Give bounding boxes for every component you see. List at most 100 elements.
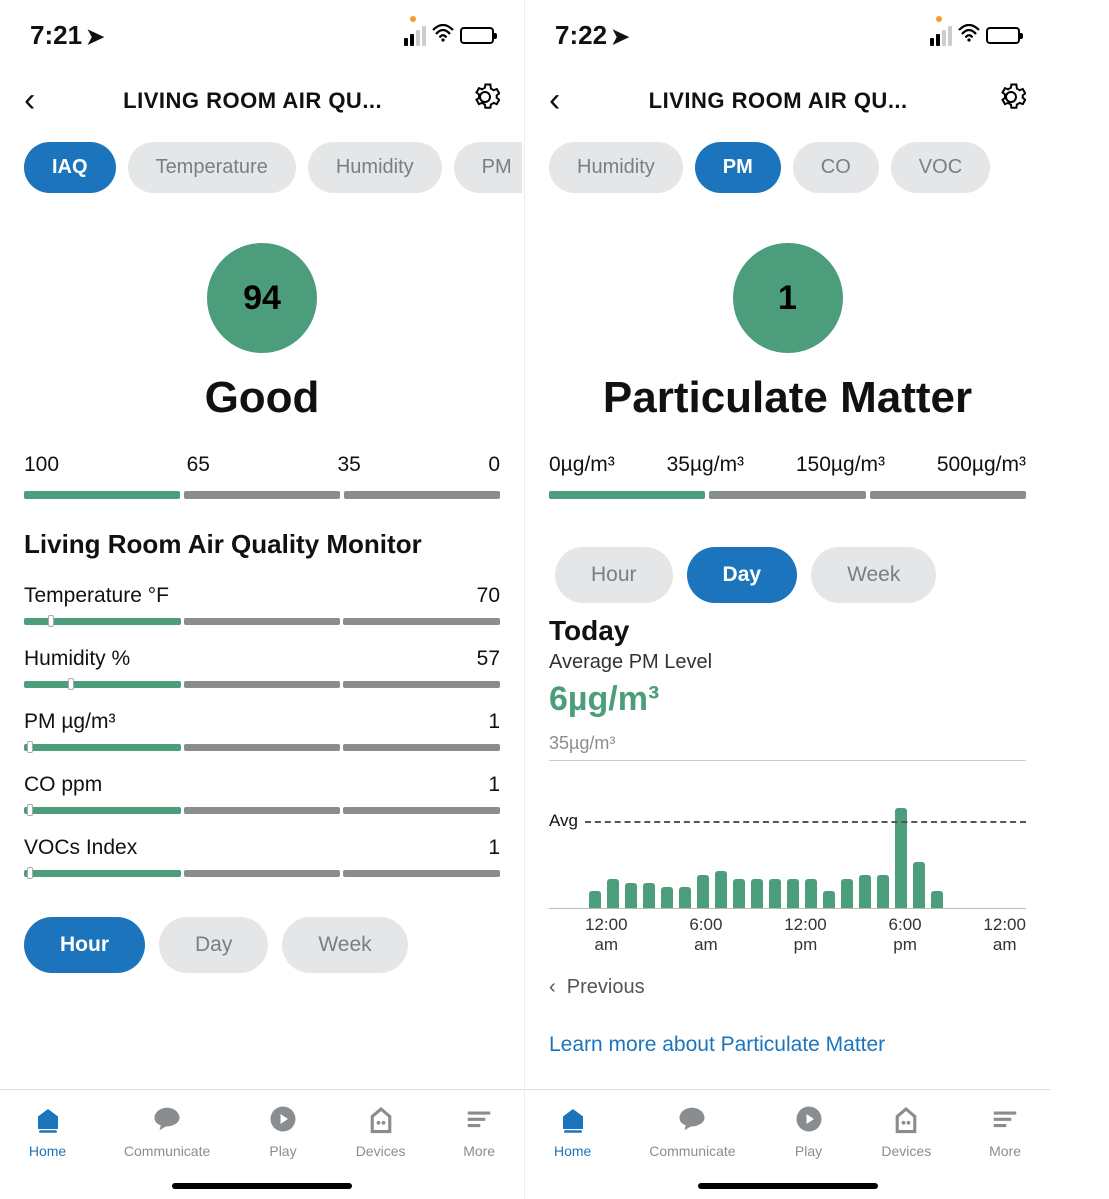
metric-bar bbox=[24, 681, 500, 688]
chart-bar bbox=[715, 871, 727, 909]
screen-pm: 7:22➤ ‹ LIVING ROOM AIR QU... HumidityPM… bbox=[525, 0, 1050, 1199]
nav-label: Play bbox=[269, 1143, 296, 1159]
xaxis-tick: 6:00pm bbox=[889, 915, 922, 956]
metric-value: 57 bbox=[477, 647, 500, 671]
gear-icon[interactable] bbox=[470, 82, 500, 119]
scale-bar bbox=[24, 491, 500, 499]
communicate-icon bbox=[152, 1104, 182, 1137]
signal-icon bbox=[404, 26, 426, 46]
chart-bar bbox=[877, 875, 889, 908]
score-label: Good bbox=[0, 373, 524, 423]
tab-pm[interactable]: PM bbox=[454, 142, 522, 193]
nav-label: Devices bbox=[356, 1143, 406, 1159]
pm-bar-chart: Avg 12:00am6:00am12:00pm6:00pm12:00am bbox=[525, 761, 1050, 956]
wifi-icon bbox=[958, 24, 980, 48]
signal-icon bbox=[930, 26, 952, 46]
chart-bar bbox=[643, 883, 655, 908]
xaxis-tick: 6:00am bbox=[689, 915, 722, 956]
metric-bar bbox=[24, 870, 500, 877]
time-tab-hour[interactable]: Hour bbox=[555, 547, 673, 603]
score-value: 94 bbox=[243, 279, 281, 318]
nav-devices[interactable]: Devices bbox=[881, 1104, 931, 1159]
metric-label: VOCs Index bbox=[24, 836, 137, 860]
nav-label: Home bbox=[29, 1143, 66, 1159]
today-title: Today bbox=[549, 615, 1026, 647]
metric-bar bbox=[24, 807, 500, 814]
nav-label: Play bbox=[795, 1143, 822, 1159]
chart-bar bbox=[895, 808, 907, 908]
chart-bar bbox=[625, 883, 637, 908]
chart-bar bbox=[805, 879, 817, 908]
chart-bar bbox=[679, 887, 691, 908]
score-circle: 1 bbox=[733, 243, 843, 353]
metric-value: 1 bbox=[488, 710, 500, 734]
wifi-icon bbox=[432, 24, 454, 48]
devices-icon bbox=[891, 1104, 921, 1137]
metric-label: CO ppm bbox=[24, 773, 102, 797]
tab-temperature[interactable]: Temperature bbox=[128, 142, 296, 193]
chart-bar bbox=[751, 879, 763, 908]
scale-tick: 35 bbox=[337, 453, 360, 477]
nav-play[interactable]: Play bbox=[794, 1104, 824, 1159]
chart-bar bbox=[661, 887, 673, 908]
status-bar: 7:21➤ bbox=[0, 0, 524, 69]
time-tab-week[interactable]: Week bbox=[282, 917, 407, 973]
status-time: 7:21 bbox=[30, 20, 82, 50]
nav-more[interactable]: More bbox=[989, 1104, 1021, 1159]
back-button[interactable]: ‹ bbox=[24, 81, 35, 120]
time-tab-week[interactable]: Week bbox=[811, 547, 936, 603]
nav-home[interactable]: Home bbox=[29, 1104, 66, 1159]
metric-label: Humidity % bbox=[24, 647, 130, 671]
xaxis-tick: 12:00pm bbox=[784, 915, 827, 956]
today-ref: 35µg/m³ bbox=[549, 733, 1026, 761]
scale-tick: 0µg/m³ bbox=[549, 453, 615, 477]
home-indicator bbox=[698, 1183, 878, 1189]
xaxis-tick: 12:00am bbox=[585, 915, 628, 956]
tab-iaq[interactable]: IAQ bbox=[24, 142, 116, 193]
home-icon bbox=[558, 1104, 588, 1137]
nav-play[interactable]: Play bbox=[268, 1104, 298, 1159]
location-icon: ➤ bbox=[611, 24, 629, 49]
play-icon bbox=[268, 1104, 298, 1137]
nav-devices[interactable]: Devices bbox=[356, 1104, 406, 1159]
scale-tick: 500µg/m³ bbox=[937, 453, 1026, 477]
nav-communicate[interactable]: Communicate bbox=[124, 1104, 210, 1159]
chart-bar bbox=[823, 891, 835, 908]
nav-home[interactable]: Home bbox=[554, 1104, 591, 1159]
tab-humidity[interactable]: Humidity bbox=[549, 142, 683, 193]
chart-bar bbox=[607, 879, 619, 908]
nav-communicate[interactable]: Communicate bbox=[649, 1104, 735, 1159]
more-icon bbox=[464, 1104, 494, 1137]
back-button[interactable]: ‹ bbox=[549, 81, 560, 120]
time-tab-day[interactable]: Day bbox=[687, 547, 798, 603]
tab-humidity[interactable]: Humidity bbox=[308, 142, 442, 193]
metric-bar bbox=[24, 744, 500, 751]
gear-icon[interactable] bbox=[996, 82, 1026, 119]
nav-label: Devices bbox=[881, 1143, 931, 1159]
time-tab-day[interactable]: Day bbox=[159, 917, 268, 973]
battery-icon bbox=[460, 27, 494, 44]
previous-button[interactable]: ‹ Previous bbox=[525, 956, 1050, 1019]
learn-more-link[interactable]: Learn more about Particulate Matter bbox=[525, 1019, 1050, 1057]
tab-co[interactable]: CO bbox=[793, 142, 879, 193]
tab-pm[interactable]: PM bbox=[695, 142, 781, 193]
time-tab-hour[interactable]: Hour bbox=[24, 917, 145, 973]
scale-bar bbox=[549, 491, 1026, 499]
status-time: 7:22 bbox=[555, 20, 607, 50]
nav-label: More bbox=[463, 1143, 495, 1159]
tab-voc[interactable]: VOC bbox=[891, 142, 990, 193]
chart-bar bbox=[913, 862, 925, 908]
chart-bar bbox=[859, 875, 871, 908]
metric-value: 1 bbox=[488, 836, 500, 860]
metric-bar bbox=[24, 618, 500, 625]
xaxis-tick: 12:00am bbox=[983, 915, 1026, 956]
chart-bar bbox=[769, 879, 781, 908]
chart-bar bbox=[841, 879, 853, 908]
metric-label: PM µg/m³ bbox=[24, 710, 115, 734]
metric-row: VOCs Index 1 bbox=[0, 836, 524, 899]
page-title: LIVING ROOM AIR QU... bbox=[560, 88, 996, 114]
nav-more[interactable]: More bbox=[463, 1104, 495, 1159]
nav-label: Communicate bbox=[124, 1143, 210, 1159]
metric-value: 70 bbox=[477, 584, 500, 608]
screen-iaq: 7:21➤ ‹ LIVING ROOM AIR QU... IAQTempera… bbox=[0, 0, 525, 1199]
